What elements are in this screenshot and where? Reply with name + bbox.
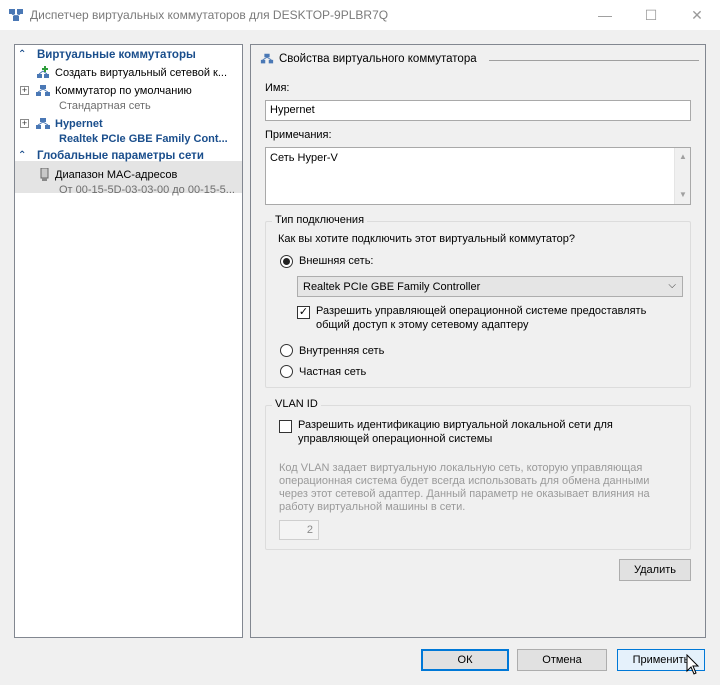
create-switch-label: Создать виртуальный сетевой к... bbox=[55, 67, 228, 79]
connection-type-title: Тип подключения bbox=[272, 214, 368, 226]
internal-network-radio[interactable] bbox=[280, 344, 293, 357]
vlan-help-line-1: Код VLAN задает виртуальную локальную се… bbox=[279, 462, 643, 474]
private-network-radio[interactable] bbox=[280, 365, 293, 378]
enable-vlan-label-1: Разрешить идентификацию виртуальной лока… bbox=[298, 419, 613, 431]
mouse-cursor-icon bbox=[686, 654, 700, 675]
chevron-down-icon: ⌵ bbox=[668, 280, 676, 291]
scroll-down-icon[interactable]: ▼ bbox=[675, 188, 691, 202]
vlan-help-line-2: операционная система будет всегда исполь… bbox=[279, 475, 650, 487]
external-network-radio[interactable] bbox=[280, 255, 293, 268]
tree-item-hypernet[interactable]: + Hypernet bbox=[15, 116, 242, 132]
window-title: Диспетчер виртуальных коммутаторов для D… bbox=[30, 8, 389, 22]
tree-item-mac-range[interactable]: Диапазон MAC-адресов bbox=[15, 167, 242, 183]
scroll-up-icon[interactable]: ▲ bbox=[675, 150, 691, 164]
switch-manager-app-icon bbox=[9, 9, 23, 21]
collapse-chevron-icon[interactable]: ⌃ bbox=[18, 150, 28, 161]
hypernet-label: Hypernet bbox=[55, 118, 103, 130]
switch-properties-pane: Свойства виртуального коммутатора Имя: H… bbox=[250, 44, 706, 638]
name-label: Имя: bbox=[265, 82, 290, 94]
private-network-label[interactable]: Частная сеть bbox=[299, 366, 366, 378]
name-input[interactable]: Hypernet bbox=[265, 100, 691, 121]
notes-scrollbar[interactable]: ▲ ▼ bbox=[674, 148, 690, 204]
expand-icon[interactable]: + bbox=[20, 119, 29, 128]
virtual-switch-manager-window: Диспетчер виртуальных коммутаторов для D… bbox=[0, 0, 720, 685]
notes-textarea[interactable]: Сеть Hyper-V ▲ ▼ bbox=[265, 147, 691, 205]
internal-network-label[interactable]: Внутренняя сеть bbox=[299, 345, 384, 357]
properties-title: Свойства виртуального коммутатора bbox=[279, 53, 477, 65]
vlan-help-line-4: работу виртуальной машины в сети. bbox=[279, 501, 466, 513]
enable-vlan-label-2: управляющей операционной системы bbox=[298, 433, 493, 445]
minimize-button[interactable]: — bbox=[582, 0, 628, 30]
header-divider bbox=[489, 60, 699, 61]
expand-icon[interactable]: + bbox=[20, 86, 29, 95]
properties-header: Свойства виртуального коммутатора bbox=[257, 52, 701, 68]
vlan-id-group: VLAN ID Разрешить идентификацию виртуаль… bbox=[265, 398, 691, 550]
connection-question: Как вы хотите подключить этот виртуальны… bbox=[278, 233, 576, 245]
maximize-button[interactable]: ☐ bbox=[628, 0, 674, 30]
section-global-network-settings[interactable]: ⌃ Глобальные параметры сети bbox=[15, 149, 242, 165]
virtual-switch-icon bbox=[36, 85, 50, 96]
selected-adapter: Realtek PCIe GBE Family Controller bbox=[303, 281, 481, 293]
title-bar: Диспетчер виртуальных коммутаторов для D… bbox=[0, 0, 720, 30]
remove-button-label: Удалить bbox=[634, 564, 676, 576]
navigation-tree: ⌃ Виртуальные коммутаторы Создать виртуа… bbox=[14, 44, 243, 638]
tree-item-default-switch[interactable]: + Коммутатор по умолчанию bbox=[15, 83, 242, 99]
allow-management-os-label-1: Разрешить управляющей операционной систе… bbox=[316, 305, 647, 317]
collapse-chevron-icon[interactable]: ⌃ bbox=[18, 49, 28, 60]
remove-button[interactable]: Удалить bbox=[619, 559, 691, 581]
connection-type-group: Тип подключения Как вы хотите подключить… bbox=[265, 214, 691, 388]
vlan-help-line-3: через этот сетевой адаптер. Данный парам… bbox=[279, 488, 650, 500]
cancel-button[interactable]: Отмена bbox=[517, 649, 607, 671]
mac-range-label: Диапазон MAC-адресов bbox=[55, 169, 178, 181]
virtual-switch-icon bbox=[260, 53, 274, 64]
allow-management-os-checkbox[interactable]: ✓ bbox=[297, 306, 310, 319]
vlan-id-title: VLAN ID bbox=[272, 398, 321, 410]
notes-value: Сеть Hyper-V bbox=[270, 152, 338, 164]
apply-button-label: Применить bbox=[632, 654, 690, 666]
new-switch-icon bbox=[37, 66, 49, 78]
section-virtual-switches-label: Виртуальные коммутаторы bbox=[37, 49, 196, 61]
enable-vlan-checkbox[interactable] bbox=[279, 420, 292, 433]
virtual-switch-icon bbox=[36, 118, 50, 129]
ok-button[interactable]: ОК bbox=[421, 649, 509, 671]
notes-label: Примечания: bbox=[265, 129, 332, 141]
section-virtual-switches[interactable]: ⌃ Виртуальные коммутаторы bbox=[15, 48, 242, 64]
external-network-label[interactable]: Внешняя сеть: bbox=[299, 255, 373, 267]
default-switch-label: Коммутатор по умолчанию bbox=[55, 85, 192, 97]
hypernet-subtitle: Realtek PCIe GBE Family Cont... bbox=[59, 133, 228, 145]
network-adapter-select[interactable]: Realtek PCIe GBE Family Controller ⌵ bbox=[297, 276, 683, 297]
section-global-label: Глобальные параметры сети bbox=[37, 150, 204, 162]
network-adapter-icon bbox=[40, 168, 49, 181]
tree-item-create-switch[interactable]: Создать виртуальный сетевой к... bbox=[15, 65, 242, 81]
mac-range-subtitle: От 00-15-5D-03-03-00 до 00-15-5... bbox=[59, 184, 235, 196]
vlan-id-input[interactable]: 2 bbox=[279, 520, 319, 540]
ok-button-label: ОК bbox=[457, 654, 473, 666]
allow-management-os-label-2: общий доступ к этому сетевому адаптеру bbox=[316, 319, 529, 331]
close-button[interactable]: ✕ bbox=[674, 0, 720, 30]
cancel-button-label: Отмена bbox=[542, 654, 582, 666]
default-switch-subtitle: Стандартная сеть bbox=[59, 100, 151, 112]
